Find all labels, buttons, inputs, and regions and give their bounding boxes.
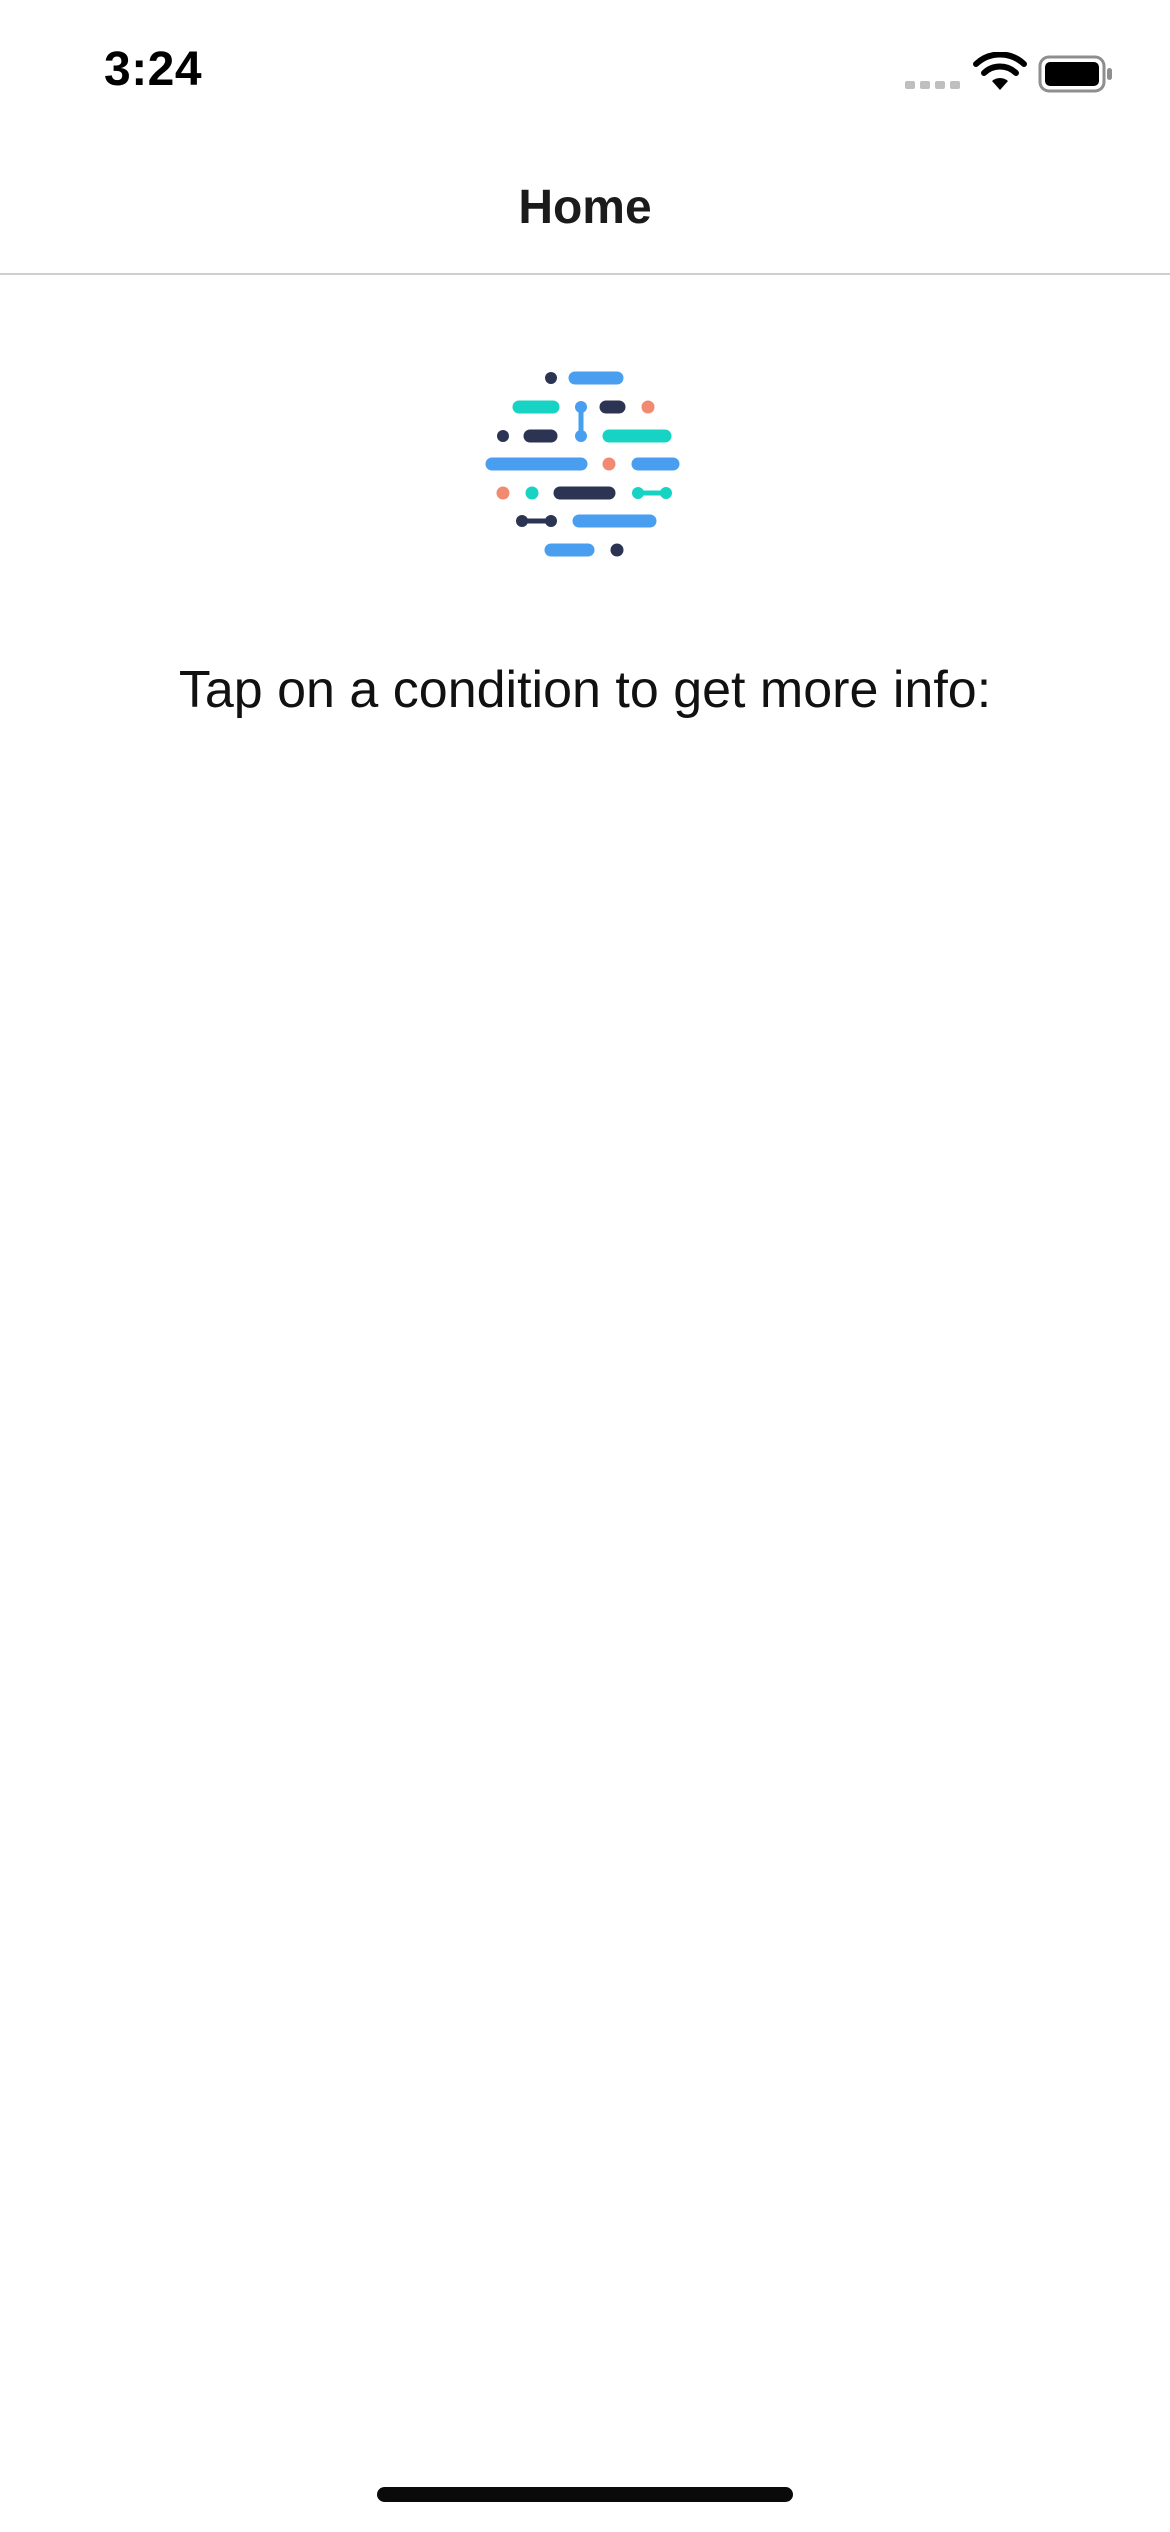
app-logo-icon [485,371,680,557]
navigation-bar: Home [0,140,1170,275]
wifi-icon [973,52,1027,90]
status-time: 3:24 [104,43,203,96]
instruction-text: Tap on a condition to get more info: [178,661,992,719]
status-bar: 3:24 [0,0,1170,140]
page-title: Home [518,181,652,234]
battery-icon [1038,55,1112,93]
home-indicator[interactable] [377,2487,793,2502]
signal-icon [905,81,960,89]
